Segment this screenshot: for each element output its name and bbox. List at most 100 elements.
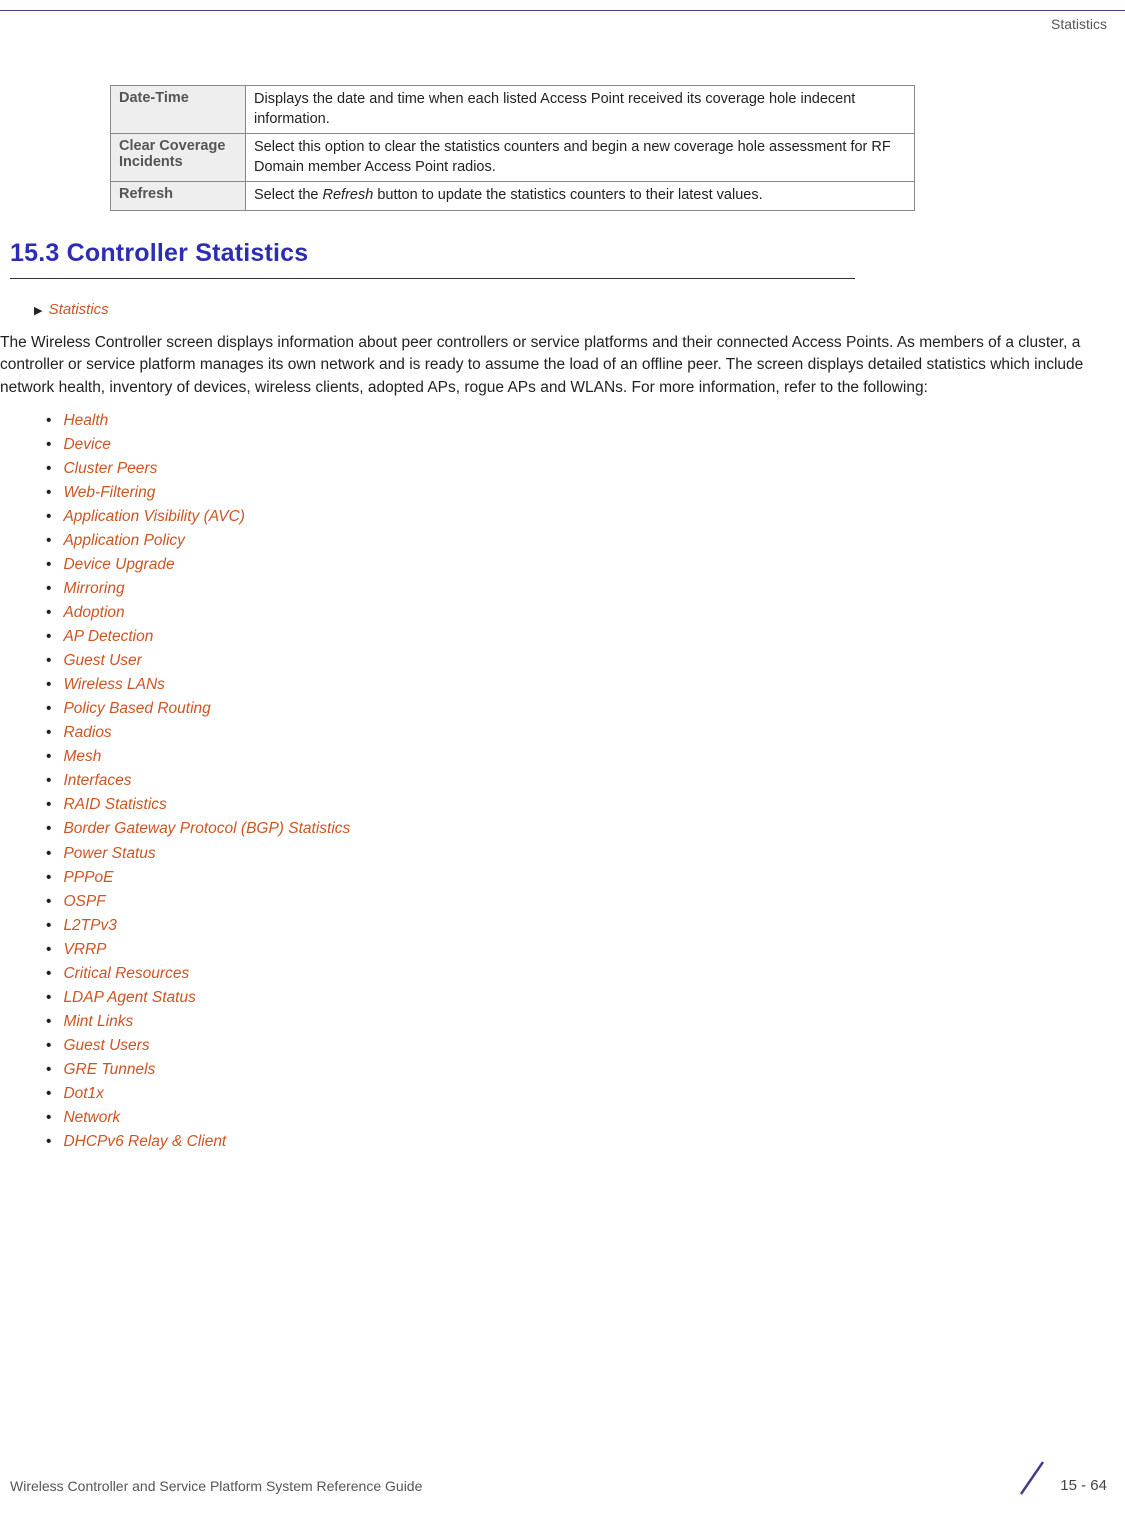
list-item: • Border Gateway Protocol (BGP) Statistic…: [46, 817, 1125, 841]
topic-link[interactable]: Wireless LANs: [63, 676, 165, 693]
list-item: • Wireless LANs: [46, 673, 1125, 697]
topic-link[interactable]: Border Gateway Protocol (BGP) Statistics: [63, 820, 350, 837]
bullet-icon: •: [46, 1085, 51, 1102]
topic-link[interactable]: Health: [63, 412, 108, 429]
bullet-icon: •: [46, 869, 51, 886]
list-item: • Mesh: [46, 745, 1125, 769]
topic-link[interactable]: Cluster Peers: [63, 460, 157, 477]
topic-link[interactable]: Radios: [63, 724, 111, 741]
topic-link[interactable]: DHCPv6 Relay & Client: [63, 1133, 226, 1150]
table-row: Refresh Select the Refresh button to upd…: [111, 182, 915, 211]
list-item: • Guest Users: [46, 1034, 1125, 1058]
list-item: • Cluster Peers: [46, 457, 1125, 481]
table-desc: Select the Refresh button to update the …: [246, 182, 915, 211]
bullet-icon: •: [46, 820, 51, 837]
bullet-icon: •: [46, 724, 51, 741]
footer-slash-icon: [1013, 1458, 1053, 1498]
bullet-icon: •: [46, 772, 51, 789]
topic-link[interactable]: OSPF: [63, 893, 105, 910]
bullet-icon: •: [46, 941, 51, 958]
section-heading: 15.3 Controller Statistics: [10, 239, 1125, 274]
topic-link[interactable]: Interfaces: [63, 772, 131, 789]
list-item: • Mint Links: [46, 1010, 1125, 1034]
bullet-icon: •: [46, 484, 51, 501]
topic-link[interactable]: L2TPv3: [63, 917, 116, 934]
list-item: •Adoption: [46, 601, 1125, 625]
table-desc: Select this option to clear the statisti…: [246, 134, 915, 182]
list-item: • Network: [46, 1106, 1125, 1130]
list-item: • Device Upgrade: [46, 553, 1125, 577]
bullet-icon: •: [46, 460, 51, 477]
table-row: Clear Coverage Incidents Select this opt…: [111, 134, 915, 182]
list-item: • VRRP: [46, 938, 1125, 962]
bullet-icon: •: [46, 508, 51, 525]
topic-link[interactable]: Application Policy: [63, 532, 184, 549]
list-item: • Interfaces: [46, 769, 1125, 793]
bullet-icon: •: [46, 676, 51, 693]
list-item: • Policy Based Routing: [46, 697, 1125, 721]
topic-link[interactable]: Network: [63, 1109, 120, 1126]
breadcrumb-link[interactable]: Statistics: [49, 301, 109, 318]
topic-link[interactable]: Power Status: [63, 845, 155, 862]
topic-link[interactable]: Device Upgrade: [63, 556, 174, 573]
topic-link[interactable]: Web-Filtering: [63, 484, 155, 501]
page-top-border: [0, 10, 1125, 11]
list-item: • DHCPv6 Relay & Client: [46, 1130, 1125, 1154]
topic-link[interactable]: Policy Based Routing: [63, 700, 210, 717]
topic-link[interactable]: GRE Tunnels: [63, 1061, 155, 1078]
topic-link[interactable]: PPPoE: [63, 869, 113, 886]
topic-link[interactable]: Guest Users: [63, 1037, 149, 1054]
breadcrumb: ▶ Statistics: [34, 301, 1125, 318]
bullet-icon: •: [46, 412, 51, 429]
topic-link[interactable]: Mesh: [63, 748, 101, 765]
topic-link[interactable]: Critical Resources: [63, 965, 189, 982]
topic-link[interactable]: Application Visibility (AVC): [63, 508, 244, 525]
list-item: • Power Status: [46, 842, 1125, 866]
list-item: •Guest User: [46, 649, 1125, 673]
bullet-icon: •: [46, 1061, 51, 1078]
table-row: Date-Time Displays the date and time whe…: [111, 86, 915, 134]
heading-underline: [10, 278, 855, 279]
list-item: • Health: [46, 409, 1125, 433]
table-label: Date-Time: [111, 86, 246, 134]
desc-em: Refresh: [323, 187, 374, 203]
list-item: • LDAP Agent Status: [46, 986, 1125, 1010]
topic-link[interactable]: Adoption: [63, 604, 124, 621]
bullet-icon: •: [46, 893, 51, 910]
bullet-icon: •: [46, 1037, 51, 1054]
breadcrumb-arrow-icon: ▶: [34, 305, 42, 317]
topic-link[interactable]: LDAP Agent Status: [63, 989, 195, 1006]
topic-link[interactable]: AP Detection: [63, 628, 153, 645]
topic-link[interactable]: Mint Links: [63, 1013, 133, 1030]
bullet-icon: •: [46, 700, 51, 717]
list-item: • Application Visibility (AVC): [46, 505, 1125, 529]
topic-link[interactable]: VRRP: [63, 941, 106, 958]
desc-suffix: button to update the statistics counters…: [373, 187, 762, 203]
bullet-icon: •: [46, 580, 51, 597]
bullet-icon: •: [46, 1109, 51, 1126]
list-item: • PPPoE: [46, 866, 1125, 890]
table-label: Clear Coverage Incidents: [111, 134, 246, 182]
topic-link[interactable]: Device: [63, 436, 110, 453]
bullet-icon: •: [46, 965, 51, 982]
bullet-icon: •: [46, 556, 51, 573]
list-item: •RAID Statistics: [46, 793, 1125, 817]
list-item: • AP Detection: [46, 625, 1125, 649]
bullet-icon: •: [46, 989, 51, 1006]
bullet-icon: •: [46, 748, 51, 765]
list-item: • Radios: [46, 721, 1125, 745]
page-content: Date-Time Displays the date and time whe…: [0, 85, 1125, 1154]
topic-link[interactable]: Mirroring: [63, 580, 124, 597]
table-desc: Displays the date and time when each lis…: [246, 86, 915, 134]
bullet-icon: •: [46, 845, 51, 862]
topic-list: • Health • Device • Cluster Peers • Web-Filteri…: [46, 409, 1125, 1153]
bullet-icon: •: [46, 436, 51, 453]
footer-page-number: 15 - 64: [1060, 1477, 1107, 1494]
topic-link[interactable]: Guest User: [63, 652, 141, 669]
bullet-icon: •: [46, 1013, 51, 1030]
topic-link[interactable]: Dot1x: [63, 1085, 104, 1102]
topic-link[interactable]: RAID Statistics: [63, 796, 166, 813]
bullet-icon: •: [46, 628, 51, 645]
bullet-icon: •: [46, 1133, 51, 1150]
list-item: • GRE Tunnels: [46, 1058, 1125, 1082]
